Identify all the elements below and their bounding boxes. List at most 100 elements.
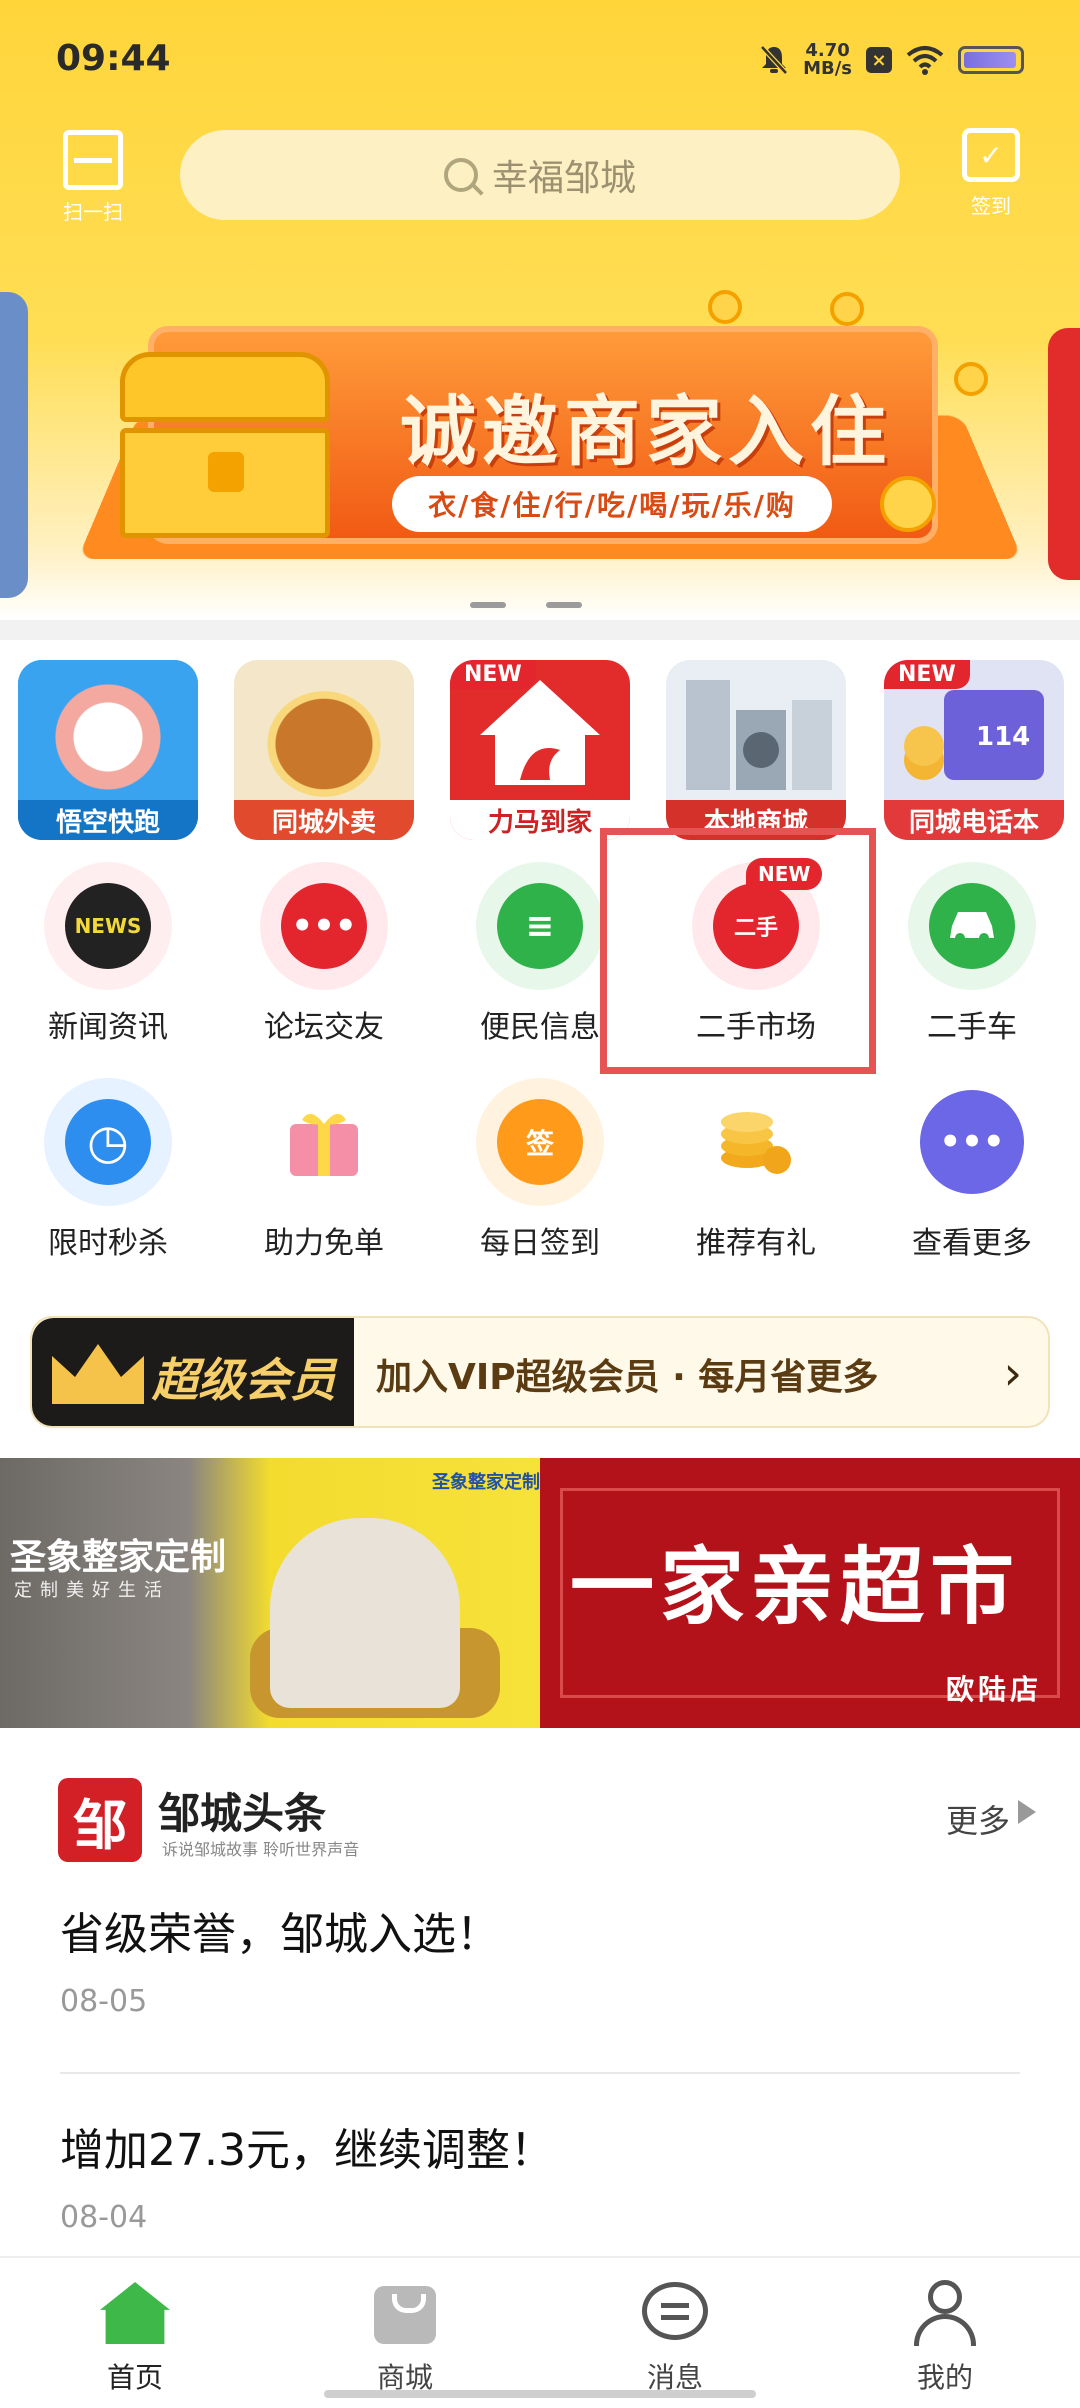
- featured-apps-row: 悟空快跑 同城外卖 NEW 力马到家 本地商城 NEW 114 同城电话本: [0, 660, 1080, 840]
- grid-item-forum[interactable]: ••• 论坛交友: [216, 862, 432, 1062]
- more-dots-icon: •••: [908, 1078, 1036, 1206]
- app-tile-wukong[interactable]: 悟空快跑: [18, 660, 198, 840]
- user-icon: [910, 2278, 980, 2348]
- nav-messages[interactable]: 消息: [540, 2278, 810, 2398]
- divider: [60, 2072, 1020, 2074]
- coin-icon: [830, 292, 864, 326]
- appliances-icon: [666, 660, 846, 800]
- message-icon: [640, 2278, 710, 2348]
- chevron-right-icon: ›: [1003, 1346, 1022, 1400]
- banner-subtitle: 衣/食/住/行/吃/喝/玩/乐/购: [392, 476, 832, 532]
- banner-pagination: [470, 602, 582, 608]
- network-speed: 4.70 MB/s: [803, 42, 852, 78]
- coins-icon: [692, 1078, 820, 1206]
- sign-in-button[interactable]: ✓ 签到: [956, 128, 1026, 220]
- status-time: 09:44: [56, 38, 171, 79]
- ad-furniture[interactable]: 圣象整家定制 定制美好生活 圣象整家定制: [0, 1458, 540, 1728]
- bottom-nav: 首页 商城 消息 我的: [0, 2256, 1080, 2408]
- news-more-link[interactable]: 更多: [946, 1796, 1010, 1842]
- news-item[interactable]: 省级荣誉，邹城入选！ 08-05: [60, 1898, 1020, 2019]
- search-icon: [443, 158, 478, 192]
- coin-icon: [708, 290, 742, 324]
- nav-label: 我的: [916, 2361, 973, 2394]
- document-icon: ≡: [476, 862, 604, 990]
- grid-item-label: 限时秒杀: [48, 1226, 168, 1261]
- app-tile-phonebook[interactable]: NEW 114 同城电话本: [884, 660, 1064, 840]
- pagination-dot: [546, 602, 582, 608]
- network-speed-unit: MB/s: [803, 58, 852, 79]
- grid-item-free-order[interactable]: 助力免单: [216, 1078, 432, 1278]
- ad-furniture-subtitle: 定制美好生活: [14, 1580, 170, 1601]
- vip-membership-bar[interactable]: 超级会员 加入VIP超级会员 · 每月省更多 ›: [30, 1316, 1050, 1428]
- coin-icon: [954, 362, 988, 396]
- app-tile-takeaway[interactable]: 同城外卖: [234, 660, 414, 840]
- app-tile-label: 同城外卖: [234, 800, 414, 840]
- nav-profile[interactable]: 我的: [810, 2278, 1080, 2398]
- grid-item-referral[interactable]: 推荐有礼: [648, 1078, 864, 1278]
- mute-bell-icon: [760, 45, 788, 75]
- grid-item-label: 助力免单: [264, 1226, 384, 1261]
- new-badge: NEW: [450, 660, 536, 689]
- new-badge: NEW: [884, 660, 970, 689]
- grid-item-label: 二手车: [927, 1010, 1017, 1045]
- burger-icon: [234, 660, 414, 800]
- gift-icon: [260, 1078, 388, 1206]
- news-card: 邹 邹城头条 诉说邹城故事 聆听世界声音 更多 省级荣誉，邹城入选！ 08-05…: [30, 1760, 1050, 2290]
- treasure-chest-icon: [120, 352, 330, 542]
- news-item[interactable]: 增加27.3元，继续调整！ 08-04: [60, 2114, 1020, 2235]
- service-grid-row-1: NEWS 新闻资讯 ••• 论坛交友 ≡ 便民信息 NEW 二手 二手市场 二手…: [0, 858, 1080, 1062]
- vip-badge-area: 超级会员: [32, 1318, 354, 1426]
- grid-item-label: 新闻资讯: [48, 1010, 168, 1045]
- grid-item-news[interactable]: NEWS 新闻资讯: [0, 862, 216, 1062]
- app-tile-lima[interactable]: NEW 力马到家: [450, 660, 630, 840]
- news-title: 省级荣誉，邹城入选！: [60, 1909, 500, 1960]
- grid-item-more[interactable]: ••• 查看更多: [864, 1078, 1080, 1278]
- shopping-bag-icon: [370, 2278, 440, 2348]
- banner-prev-peek: [0, 292, 28, 598]
- search-input[interactable]: 幸福邹城: [180, 130, 900, 220]
- battery-icon: [958, 46, 1024, 74]
- news-date: 08-05: [60, 1984, 148, 2019]
- car-icon: [908, 862, 1036, 990]
- person-image: [270, 1518, 460, 1708]
- pagination-dot: [470, 602, 506, 608]
- car-shape: [950, 912, 994, 943]
- play-arrow-icon: [1018, 1800, 1036, 1824]
- chat-dots-icon: •••: [260, 862, 388, 990]
- grid-item-label: 论坛交友: [264, 1010, 384, 1045]
- gesture-bar[interactable]: [324, 2390, 756, 2398]
- banner-next-peek: [1048, 328, 1080, 580]
- grid-item-daily-sign[interactable]: 签 每日签到: [432, 1078, 648, 1278]
- status-bar: 09:44 4.70 MB/s ×: [0, 0, 1080, 120]
- ad-supermarket-subtitle: 欧陆店: [945, 1673, 1042, 1706]
- news-brand: 邹城头条: [158, 1789, 327, 1838]
- scan-label: 扫一扫: [63, 200, 123, 224]
- grid-item-flash-sale[interactable]: ◷ 限时秒杀: [0, 1078, 216, 1278]
- status-icons: 4.70 MB/s ×: [759, 42, 1024, 78]
- news-title: 增加27.3元，继续调整！: [60, 2125, 554, 2176]
- ad-banner-row: 圣象整家定制 定制美好生活 圣象整家定制 一家亲超市 欧陆店: [0, 1458, 1080, 1728]
- new-badge: NEW: [746, 858, 823, 890]
- x-notification-icon: ×: [866, 47, 892, 73]
- ad-furniture-brand: 圣象整家定制: [432, 1472, 540, 1493]
- news-logo: 邹: [58, 1778, 142, 1862]
- nav-home[interactable]: 首页: [0, 2278, 270, 2398]
- news-slogan: 诉说邹城故事 聆听世界声音: [162, 1840, 360, 1859]
- vip-text: 加入VIP超级会员 · 每月省更多: [376, 1357, 879, 1398]
- scan-icon: [63, 130, 123, 190]
- coin-icon: [880, 476, 936, 532]
- grid-item-used-car[interactable]: 二手车: [864, 862, 1080, 1062]
- calendar-sign-icon: 签: [476, 1078, 604, 1206]
- search-placeholder: 幸福邹城: [491, 158, 636, 199]
- app-tile-local-mall[interactable]: 本地商城: [666, 660, 846, 840]
- service-grid-row-2: ◷ 限时秒杀 助力免单 签 每日签到 推荐有礼 ••• 查看更多: [0, 1078, 1080, 1278]
- alarm-clock-icon: ◷: [44, 1078, 172, 1206]
- wifi-icon: [906, 46, 944, 75]
- tile-number: 114: [976, 722, 1031, 752]
- ad-supermarket[interactable]: 一家亲超市 欧陆店: [540, 1458, 1080, 1728]
- ad-supermarket-title: 一家亲超市: [570, 1537, 1021, 1636]
- home-icon: [100, 2278, 170, 2348]
- scan-button[interactable]: 扫一扫: [52, 130, 134, 224]
- nav-mall[interactable]: 商城: [270, 2278, 540, 2398]
- crown-icon: [52, 1344, 144, 1404]
